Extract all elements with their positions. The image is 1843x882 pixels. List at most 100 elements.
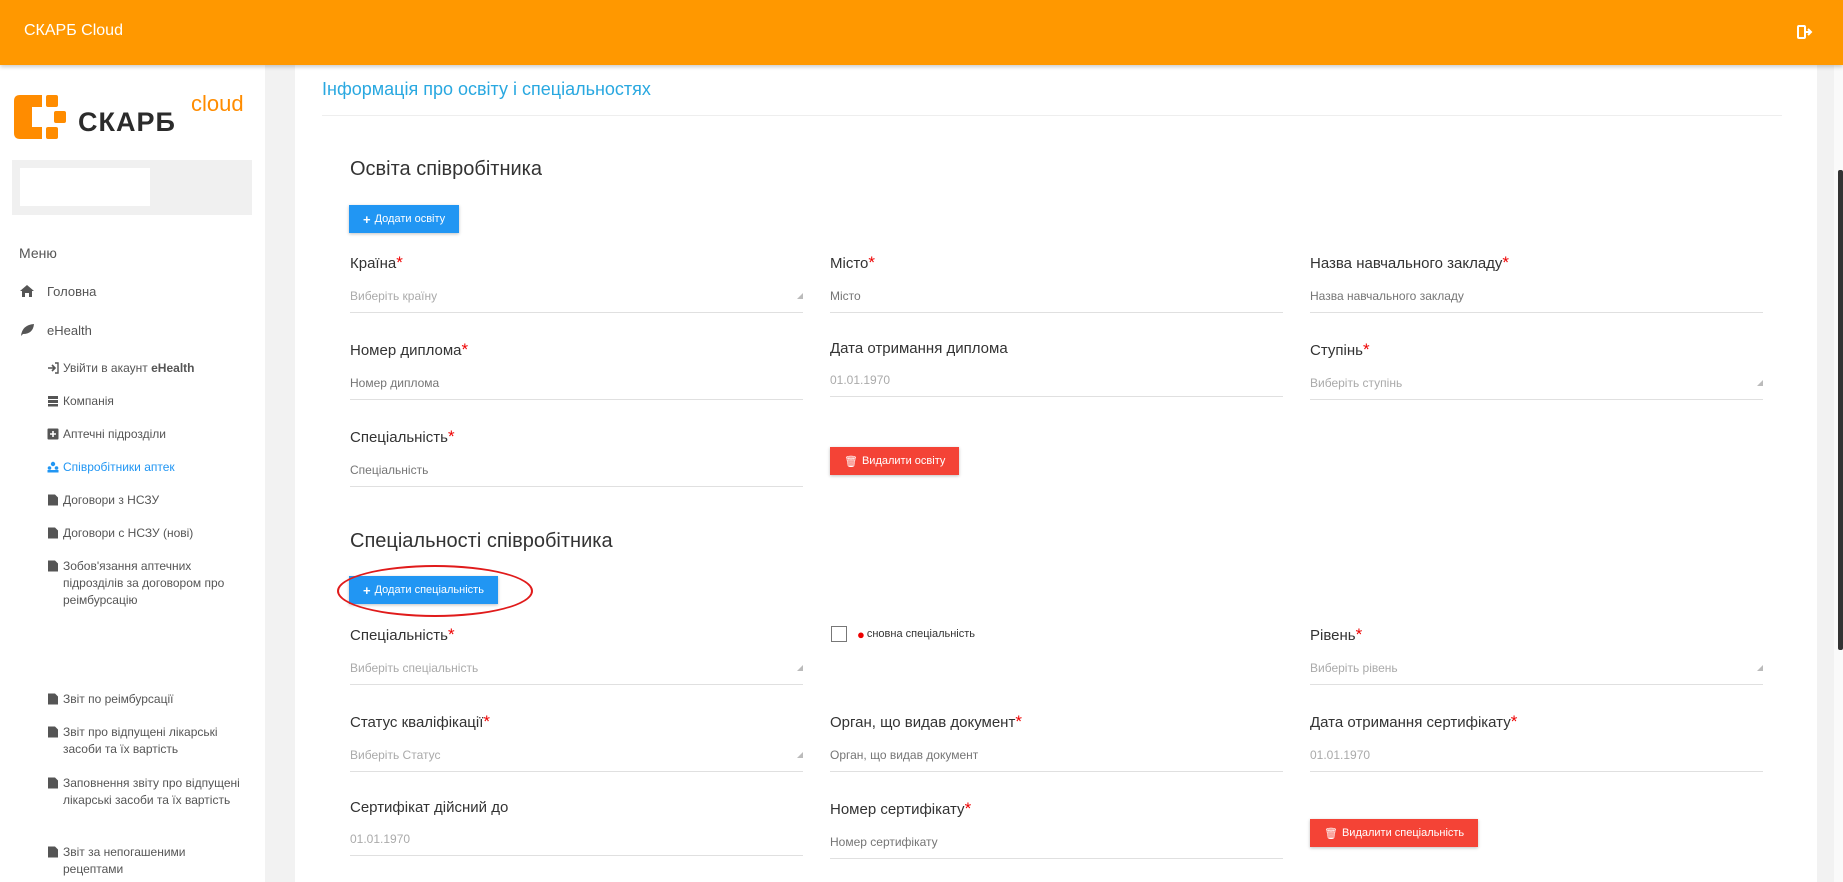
diploma-date-input[interactable]: [830, 373, 1283, 387]
sidebar-item-label: Звіт про відпущені лікарські засоби та ї…: [63, 725, 218, 756]
logo-sup: cloud: [191, 91, 244, 116]
sidebar-item-label: Договори с НСЗУ (нові): [63, 526, 194, 540]
highlight-circle: [337, 565, 533, 617]
sidebar: СКАРБ cloud Меню Головна eHealth Увійти …: [0, 65, 265, 882]
sidebar-item-ehealth[interactable]: eHealth: [19, 323, 92, 338]
home-icon: [20, 285, 34, 297]
sidebar-item-fill-dispensed-report[interactable]: Заповнення звіту про відпущені лікарські…: [47, 775, 247, 809]
sidebar-item-label: Зобов'язання аптечних підрозділів за дог…: [63, 559, 225, 607]
cert-number-field: Номер сертифікату*: [830, 799, 1283, 859]
select-arrow-icon: [797, 293, 803, 299]
diploma-number-input[interactable]: [350, 376, 803, 390]
sidebar-item-label: Аптечні підрозділи: [63, 427, 167, 441]
degree-field: Ступінь* Виберіть ступінь: [1310, 340, 1763, 400]
sidebar-item-label: Звіт по реімбурсації: [63, 692, 174, 706]
scrollbar-thumb[interactable]: [1838, 170, 1843, 650]
delete-specialty-button[interactable]: 🗑 Видалити спеціальність: [1310, 819, 1479, 847]
top-bar: СКАРБ Cloud: [0, 0, 1843, 65]
country-select[interactable]: Виберіть країну: [350, 287, 803, 313]
leaf-icon: [21, 324, 34, 336]
education-section-title: Освіта співробітника: [350, 158, 542, 180]
sidebar-item-nhsu-contracts-new[interactable]: Договори с НСЗУ (нові): [47, 525, 247, 542]
qualification-status-select[interactable]: Виберіть Статус: [350, 746, 803, 772]
plus-icon: +: [363, 211, 371, 227]
cert-valid-until-field: Сертифікат дійсний до: [350, 799, 803, 856]
logo-text: СКАРБ: [78, 107, 176, 137]
sidebar-item-unpaid-prescriptions[interactable]: Звіт за непогашеними рецептами: [47, 844, 247, 878]
sidebar-item-reimbursement-report[interactable]: Звіт по реімбурсації: [47, 691, 247, 708]
select-arrow-icon: [797, 665, 803, 671]
sidebar-item-reimbursement-obligations[interactable]: Зобов'язання аптечних підрозділів за дог…: [47, 558, 247, 609]
file-icon: [48, 726, 58, 738]
file-icon: [48, 693, 58, 705]
education-specialty-field: Спеціальність*: [350, 427, 803, 487]
main-specialty-checkbox-wrap: ● сновна спеціальність: [831, 626, 975, 642]
title-divider: [322, 115, 1782, 116]
required-marker: ●: [857, 626, 865, 642]
level-select[interactable]: Виберіть рівень: [1310, 659, 1763, 685]
sidebar-item-pharmacy-staff[interactable]: Співробітники аптек: [47, 459, 247, 476]
add-education-button[interactable]: + Додати освіту: [349, 205, 460, 233]
sidebar-item-label: Договори з НСЗУ: [63, 493, 160, 507]
city-field: Місто*: [830, 253, 1283, 313]
city-input[interactable]: [830, 289, 1283, 303]
sidebar-item-home[interactable]: Головна: [19, 284, 96, 299]
file-icon: [48, 527, 58, 539]
diploma-date-field: Дата отримання диплома: [830, 340, 1283, 397]
file-icon: [48, 777, 58, 789]
file-icon: [48, 846, 58, 858]
file-icon: [48, 560, 58, 572]
specialties-section-title: Спеціальності співробітника: [350, 530, 613, 552]
sidebar-item-label: eHealth: [47, 323, 92, 338]
sign-in-icon: [48, 362, 59, 374]
delete-education-button[interactable]: 🗑 Видалити освіту: [830, 447, 960, 475]
issuer-field: Орган, що видав документ*: [830, 712, 1283, 772]
sign-out-icon[interactable]: [1797, 24, 1813, 40]
plus-square-icon: [47, 428, 59, 440]
select-arrow-icon: [1757, 665, 1763, 671]
sidebar-item-pharmacy-units[interactable]: Аптечні підрозділи: [47, 426, 247, 443]
main-specialty-checkbox[interactable]: [831, 626, 847, 642]
page-title: Інформація про освіту і спеціальностях: [322, 79, 651, 99]
sidebar-item-label: Заповнення звіту про відпущені лікарські…: [63, 776, 240, 807]
diploma-number-field: Номер диплома*: [350, 340, 803, 400]
cert-valid-until-input[interactable]: [350, 832, 803, 846]
users-icon: [47, 461, 59, 473]
trash-icon: 🗑: [1324, 827, 1338, 840]
sidebar-item-label: Звіт за непогашеними рецептами: [63, 845, 186, 876]
cert-date-field: Дата отримання сертифікату*: [1310, 712, 1763, 772]
sidebar-item-dispensed-report[interactable]: Звіт про відпущені лікарські засоби та ї…: [47, 724, 247, 758]
specialty-field: Спеціальність* Виберіть спеціальність: [350, 625, 803, 685]
degree-select[interactable]: Виберіть ступінь: [1310, 374, 1763, 400]
main-content: Інформація про освіту і спеціальностях О…: [295, 65, 1817, 882]
sidebar-item-label: Компанія: [63, 394, 114, 408]
country-field: Країна* Виберіть країну: [350, 253, 803, 313]
sidebar-item-label: Увійти в акаунт eHealth: [63, 361, 195, 375]
sidebar-item-company[interactable]: Компанія: [47, 393, 247, 410]
level-field: Рівень* Виберіть рівень: [1310, 625, 1763, 685]
sidebar-item-nhsu-contracts[interactable]: Договори з НСЗУ: [47, 492, 247, 509]
institution-input[interactable]: [1310, 289, 1763, 303]
app-title: СКАРБ Cloud: [24, 22, 123, 39]
qualification-status-field: Статус кваліфікації* Виберіть Статус: [350, 712, 803, 772]
specialty-select[interactable]: Виберіть спеціальність: [350, 659, 803, 685]
education-specialty-input[interactable]: [350, 463, 803, 477]
sidebar-item-label: Головна: [47, 284, 97, 299]
logo[interactable]: СКАРБ cloud: [12, 91, 262, 143]
logo-mark-icon: [14, 95, 66, 139]
sidebar-search-input[interactable]: [20, 168, 150, 206]
file-icon: [48, 494, 58, 506]
institution-field: Назва навчального закладу*: [1310, 253, 1763, 313]
trash-icon: 🗑: [844, 455, 858, 468]
database-icon: [48, 396, 58, 407]
menu-title: Меню: [19, 245, 57, 261]
sidebar-item-ehealth-login[interactable]: Увійти в акаунт eHealth: [47, 360, 247, 377]
cert-number-input[interactable]: [830, 835, 1283, 849]
select-arrow-icon: [797, 752, 803, 758]
cert-date-input[interactable]: [1310, 748, 1763, 762]
sidebar-search: [12, 160, 252, 215]
main-specialty-label: сновна спеціальність: [866, 628, 976, 640]
sidebar-item-label: Співробітники аптек: [63, 460, 175, 474]
issuer-input[interactable]: [830, 748, 1283, 762]
select-arrow-icon: [1757, 380, 1763, 386]
